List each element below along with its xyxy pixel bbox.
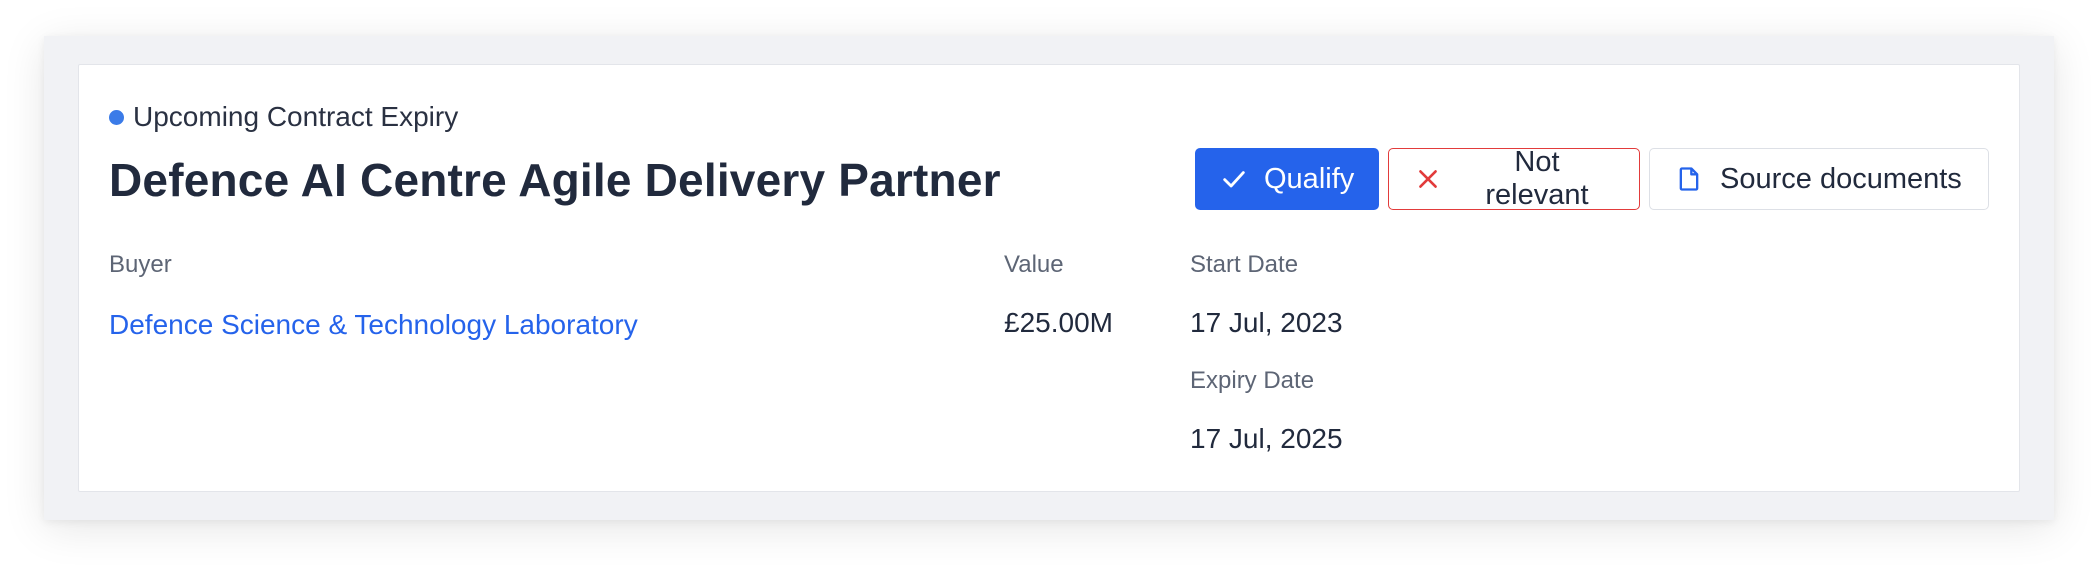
start-date-value: 17 Jul, 2023 (1190, 307, 1343, 338)
buyer-link[interactable]: Defence Science & Technology Laboratory (109, 309, 638, 341)
document-icon (1674, 164, 1704, 194)
opportunity-title: Defence AI Centre Agile Delivery Partner (109, 154, 1001, 206)
expiry-date-value: 17 Jul, 2025 (1190, 423, 1343, 454)
not-relevant-button[interactable]: Not relevant (1388, 146, 1640, 211)
value-label: Value (1004, 251, 1064, 278)
source-documents-button[interactable]: Source documents (1649, 148, 1989, 210)
status-indicator: Upcoming Contract Expiry (109, 101, 458, 133)
start-date-label: Start Date (1190, 251, 1299, 278)
card-container: Upcoming Contract Expiry Defence AI Cent… (44, 36, 2054, 520)
action-buttons: Qualify Not relevant Source documents (1195, 146, 1989, 211)
status-label: Upcoming Contract Expiry (133, 101, 459, 132)
close-icon (1413, 164, 1443, 194)
expiry-date-label: Expiry Date (1190, 367, 1315, 394)
status-dot-icon (109, 109, 124, 125)
qualify-button[interactable]: Qualify (1195, 148, 1379, 210)
source-documents-label: Source documents (1720, 162, 1962, 195)
check-icon (1220, 164, 1248, 194)
opportunity-card: Upcoming Contract Expiry Defence AI Cent… (78, 64, 2020, 492)
not-relevant-label: Not relevant (1485, 146, 1589, 211)
contract-value: £25.00M (1004, 307, 1113, 338)
qualify-label: Qualify (1264, 162, 1355, 195)
buyer-label: Buyer (109, 251, 172, 278)
